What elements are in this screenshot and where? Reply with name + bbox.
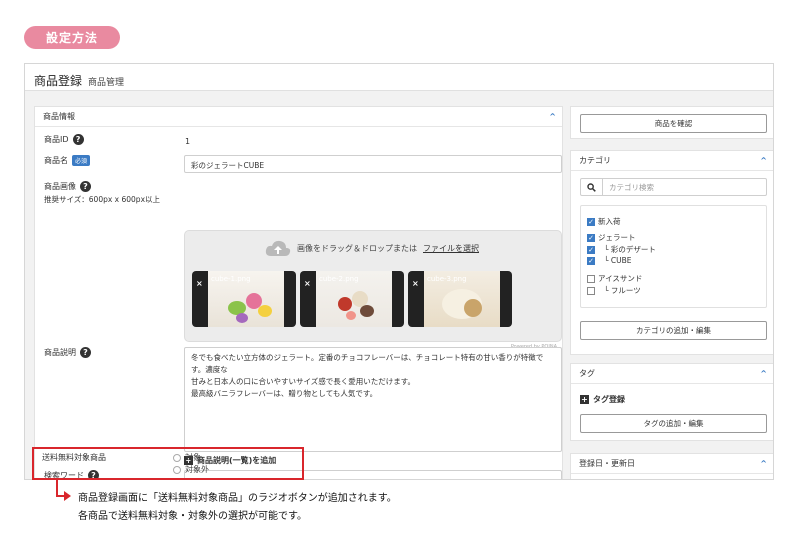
cloud-upload-icon [265,240,291,256]
confirm-product-button[interactable]: 商品を確認 [580,114,767,133]
image-thumbnail[interactable]: × cube-2.png [300,271,404,327]
product-image-label: 商品画像 ? [44,181,91,192]
checkbox[interactable]: ✓ [587,217,595,226]
category-item[interactable]: ✓ 新入荷 [587,216,621,227]
category-tree: ✓ 新入荷 ✓ ジェラート ✓ └ 彩のデザート ✓ └ CUBE アイスサンド └ フ… [580,205,767,308]
category-item[interactable]: ✓ └ 彩のデザート [587,244,656,255]
help-icon[interactable]: ? [80,347,91,358]
product-info-header[interactable]: 商品情報 ^ [35,107,562,127]
tag-header[interactable]: タグ ^ [571,364,773,384]
tag-register-button[interactable]: + タグ登録 [580,394,625,405]
page-header: 商品登録 商品管理 [25,64,773,91]
annotation-line-2: 各商品で送料無料対象・対象外の選択が可能です。 [78,511,307,522]
help-icon[interactable]: ? [72,134,84,145]
confirm-panel: 商品を確認 [570,106,773,139]
tag-panel: タグ ^ + タグ登録 タグの追加・編集 [570,363,773,441]
category-header[interactable]: カテゴリ ^ [571,151,773,171]
tag-title: タグ [579,369,595,378]
annotation-line-1: 商品登録画面に「送料無料対象商品」のラジオボタンが追加されます。 [78,493,397,504]
product-id-label: 商品ID ? [44,134,84,145]
category-search-field[interactable]: カテゴリ検索 [580,178,767,196]
arrow-right-icon [64,491,71,501]
remove-image-icon[interactable]: × [412,279,419,288]
checkbox[interactable] [587,286,595,295]
chevron-up-icon[interactable]: ^ [760,156,767,165]
help-icon[interactable]: ? [80,181,91,192]
file-select-link[interactable]: ファイルを選択 [423,243,479,254]
category-edit-button[interactable]: カテゴリの追加・編集 [580,321,767,340]
category-search-placeholder: カテゴリ検索 [609,182,654,192]
chevron-up-icon[interactable]: ^ [760,369,767,378]
product-name-label: 商品名 必須 [44,155,91,166]
remove-image-icon[interactable]: × [304,279,311,288]
description-textarea[interactable]: 冬でも食べたい立方体のジェラート。定番のチョコフレーバーは、チョコレート特有の甘… [184,347,562,452]
image-dropzone[interactable]: 画像をドラッグ＆ドロップまたは ファイルを選択 × cube-1.png × c… [184,230,562,350]
plus-icon: + [580,395,589,404]
checkbox[interactable] [587,274,595,283]
image-filename: cube-3.png [427,275,467,283]
category-item[interactable]: ✓ ジェラート [587,232,636,243]
image-thumbnail[interactable]: × cube-1.png [192,271,296,327]
dates-header[interactable]: 登録日・更新日 ^ [571,454,773,474]
chevron-up-icon[interactable]: ^ [760,459,767,468]
page-title: 商品登録 [34,74,83,88]
page-subtitle: 商品管理 [88,78,125,88]
product-info-title: 商品情報 [43,112,75,121]
image-thumbnail[interactable]: × cube-3.png [408,271,512,327]
dropzone-message: 画像をドラッグ＆ドロップまたは ファイルを選択 [265,239,479,257]
image-filename: cube-2.png [319,275,359,283]
image-size-note: 推奨サイズ：600px x 600px以上 [44,195,161,204]
category-item[interactable]: ✓ └ CUBE [587,256,632,265]
product-name-input[interactable]: 彩のジェラートCUBE [184,155,562,173]
admin-window: 商品登録 商品管理 商品情報 ^ 商品ID ? 1 商品名 必須 彩のジェラート… [24,63,774,480]
remove-image-icon[interactable]: × [196,279,203,288]
category-panel: カテゴリ ^ カテゴリ検索 ✓ 新入荷 ✓ ジェラート ✓ └ 彩のデザート ✓ └ C… [570,150,773,355]
product-info-panel: 商品情報 ^ 商品ID ? 1 商品名 必須 彩のジェラートCUBE 商品画像 … [34,106,563,479]
description-label: 商品説明 ? [44,347,91,358]
product-id-value: 1 [185,137,191,146]
dates-panel: 登録日・更新日 ^ [570,453,773,479]
category-item[interactable]: アイスサンド [587,273,642,284]
checkbox[interactable]: ✓ [587,256,595,265]
category-title: カテゴリ [579,156,611,165]
highlight-box [32,447,304,480]
checkbox[interactable]: ✓ [587,233,595,242]
checkbox[interactable]: ✓ [587,245,595,254]
chevron-up-icon[interactable]: ^ [549,112,556,121]
required-badge: 必須 [72,155,91,166]
dates-title: 登録日・更新日 [579,459,635,468]
tag-edit-button[interactable]: タグの追加・編集 [580,414,767,433]
search-icon [581,179,603,195]
image-filename: cube-1.png [211,275,251,283]
category-item[interactable]: └ フルーツ [587,285,641,296]
section-badge: 設定方法 [24,26,120,49]
